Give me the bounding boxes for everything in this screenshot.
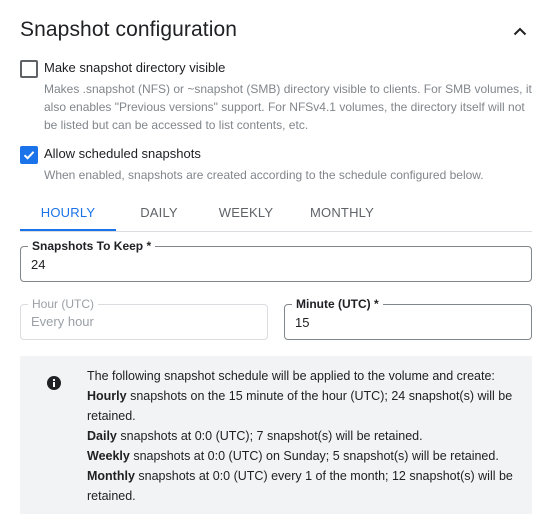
- hour-input: [31, 314, 251, 329]
- summary-line-hourly-bold: Hourly: [87, 389, 127, 403]
- snapshots-to-keep-field[interactable]: Snapshots To Keep * 24: [20, 239, 532, 282]
- summary-line-hourly-text: snapshots on the 15 minute of the hour (…: [87, 389, 513, 423]
- schedule-summary-text: The following snapshot schedule will be …: [87, 366, 517, 506]
- summary-line-weekly-bold: Weekly: [87, 449, 130, 463]
- info-icon: [47, 376, 61, 390]
- tab-daily[interactable]: DAILY: [116, 199, 202, 231]
- summary-line-daily: Daily snapshots at 0:0 (UTC); 7 snapshot…: [87, 426, 517, 446]
- tab-hourly[interactable]: HOURLY: [20, 199, 116, 231]
- summary-line-weekly: Weekly snapshots at 0:0 (UTC) on Sunday;…: [87, 446, 517, 466]
- summary-line-daily-text: snapshots at 0:0 (UTC); 7 snapshot(s) wi…: [116, 429, 423, 443]
- tab-monthly[interactable]: MONTHLY: [290, 199, 394, 231]
- active-tab-indicator: [20, 229, 116, 231]
- collapse-button[interactable]: [508, 19, 532, 43]
- summary-line-monthly-text: snapshots at 0:0 (UTC) every 1 of the mo…: [87, 469, 513, 503]
- scheduled-snapshots-checkbox[interactable]: [20, 146, 38, 164]
- scheduled-snapshots-label: Allow scheduled snapshots: [44, 146, 201, 161]
- summary-line-hourly: Hourly snapshots on the 15 minute of the…: [87, 386, 517, 426]
- summary-line-monthly-bold: Monthly: [87, 469, 135, 483]
- summary-line-daily-bold: Daily: [87, 429, 117, 443]
- summary-line-monthly: Monthly snapshots at 0:0 (UTC) every 1 o…: [87, 466, 517, 506]
- chevron-up-icon: [513, 27, 527, 35]
- visible-directory-checkbox[interactable]: [20, 60, 38, 78]
- visible-directory-description: Makes .snapshot (NFS) or ~snapshot (SMB)…: [44, 82, 532, 132]
- hour-label: Hour (UTC): [28, 297, 98, 311]
- summary-line-weekly-text: snapshots at 0:0 (UTC) on Sunday; 5 snap…: [129, 449, 499, 463]
- summary-intro: The following snapshot schedule will be …: [87, 369, 495, 383]
- snapshots-to-keep-value[interactable]: 24: [31, 257, 45, 272]
- scheduled-snapshots-description: When enabled, snapshots are created acco…: [44, 168, 484, 182]
- minute-value[interactable]: 15: [295, 315, 309, 330]
- visible-directory-label: Make snapshot directory visible: [44, 60, 226, 75]
- schedule-summary-box: The following snapshot schedule will be …: [20, 356, 532, 514]
- section-title: Snapshot configuration: [20, 18, 238, 41]
- minute-field[interactable]: Minute (UTC) * 15: [284, 297, 532, 340]
- snapshots-to-keep-label: Snapshots To Keep *: [28, 239, 156, 253]
- tab-weekly[interactable]: WEEKLY: [202, 199, 290, 231]
- schedule-tabs: HOURLY DAILY WEEKLY MONTHLY: [20, 199, 532, 232]
- checkmark-icon: [23, 151, 35, 160]
- minute-label: Minute (UTC) *: [292, 297, 383, 311]
- hour-field: Hour (UTC): [20, 297, 268, 340]
